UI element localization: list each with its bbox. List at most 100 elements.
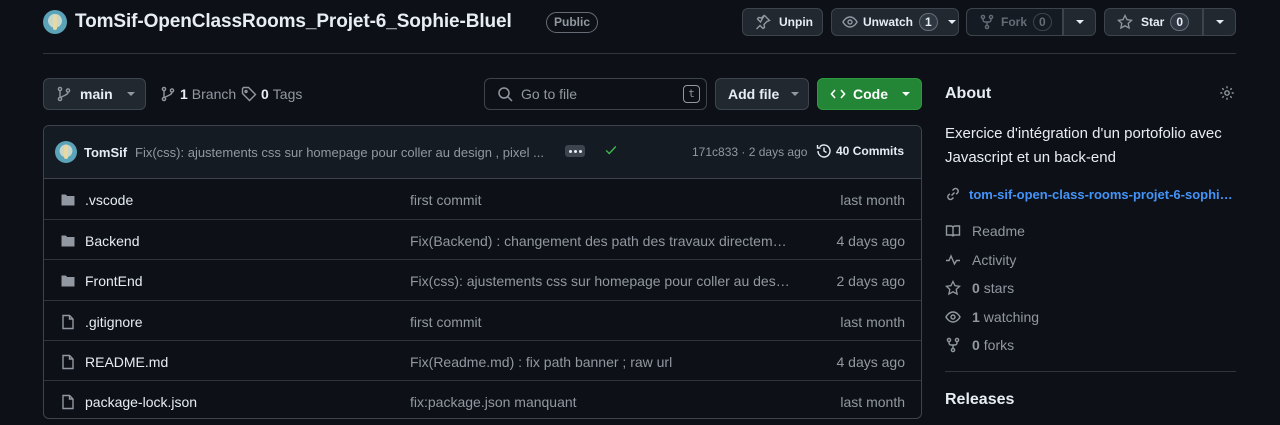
star-label: Star: [1141, 15, 1165, 29]
unwatch-button[interactable]: Unwatch 1: [831, 8, 959, 36]
file-commit-time: 2 days ago: [836, 273, 906, 290]
history-icon: [816, 143, 832, 159]
file-name[interactable]: .vscode: [85, 192, 133, 208]
star-icon: [945, 280, 961, 296]
commits-label: Commits: [852, 144, 905, 158]
latest-commit-bar: TomSif Fix(css): ajustements css sur hom…: [44, 126, 921, 179]
branch-label: Branch: [191, 86, 237, 102]
branch-select[interactable]: main: [43, 78, 146, 110]
tags-link[interactable]: 0 Tags: [241, 85, 302, 103]
search-input[interactable]: [521, 86, 671, 102]
file-commit-message[interactable]: first commit: [410, 192, 790, 208]
code-button[interactable]: Code: [817, 78, 922, 110]
file-commit-message[interactable]: Fix(Backend) : changement des path des t…: [410, 233, 790, 249]
file-name[interactable]: package-lock.json: [85, 394, 197, 410]
branch-icon: [56, 86, 72, 102]
gear-icon[interactable]: [1219, 85, 1235, 101]
fork-dropdown[interactable]: [1063, 8, 1096, 36]
keyboard-shortcut: t: [683, 85, 700, 103]
file-icon: [60, 314, 76, 330]
go-to-file-search[interactable]: t: [484, 78, 707, 110]
releases-heading[interactable]: Releases: [945, 391, 1014, 409]
file-commit-message[interactable]: first commit: [410, 314, 790, 330]
chevron-down-icon: [1215, 20, 1224, 24]
code-icon: [830, 86, 846, 102]
file-commit-time: 4 days ago: [836, 353, 906, 370]
file-commit-time: last month: [840, 393, 905, 410]
file-row[interactable]: .vscode first commit last month: [44, 179, 921, 219]
homepage-link[interactable]: tom-sif-open-class-rooms-projet-6-sophie…: [945, 186, 1237, 202]
file-row[interactable]: FrontEnd Fix(css): ajustements css sur h…: [44, 259, 921, 299]
visibility-badge: Public: [546, 12, 599, 33]
commit-author-avatar[interactable]: [55, 141, 77, 163]
add-file-button[interactable]: Add file: [715, 78, 809, 110]
unpin-button[interactable]: Unpin: [742, 8, 823, 36]
chevron-down-icon: [1075, 20, 1084, 24]
forks-count: 0: [972, 337, 980, 353]
commits-count: 40: [836, 144, 850, 158]
fork-count: 0: [1033, 13, 1052, 31]
expand-commit-button[interactable]: [565, 145, 585, 157]
chevron-down-icon: [791, 92, 800, 96]
file-row[interactable]: README.md Fix(Readme.md) : fix path bann…: [44, 339, 921, 380]
file-name[interactable]: .gitignore: [85, 314, 143, 330]
pulse-icon: [945, 252, 961, 268]
watch-count: 1: [919, 13, 938, 31]
forks-link[interactable]: 0 forks: [945, 337, 1014, 353]
about-heading: About: [945, 85, 992, 102]
file-commit-time: last month: [840, 192, 905, 208]
tag-icon: [241, 86, 257, 102]
eye-icon: [842, 14, 858, 30]
repo-title[interactable]: TomSif-OpenClassRooms_Projet-6_Sophie-Bl…: [75, 11, 512, 33]
search-icon: [497, 86, 513, 102]
file-commit-message[interactable]: Fix(css): ajustements css sur homepage p…: [410, 273, 790, 289]
fork-icon: [979, 14, 995, 30]
stars-count: 0: [972, 280, 980, 296]
file-row[interactable]: package-lock.json fix:package.json manqu…: [44, 379, 921, 418]
chevron-down-icon[interactable]: [947, 20, 956, 24]
stars-label: stars: [983, 280, 1015, 296]
branch-icon: [160, 86, 176, 102]
watching-label: watching: [983, 309, 1040, 325]
file-icon: [60, 394, 76, 410]
eye-icon: [945, 309, 961, 325]
star-dropdown[interactable]: [1203, 8, 1236, 36]
star-button[interactable]: Star 0: [1104, 8, 1203, 36]
readme-label: Readme: [972, 223, 1025, 239]
commits-link[interactable]: 40 Commits: [816, 143, 904, 159]
file-row[interactable]: .gitignore first commit last month: [44, 299, 921, 340]
chevron-down-icon: [126, 92, 135, 96]
commit-author[interactable]: TomSif: [84, 145, 127, 160]
commit-hash-time[interactable]: 171c833 · 2 days ago: [692, 145, 807, 159]
watching-link[interactable]: 1 watching: [945, 309, 1039, 325]
folder-icon: [60, 273, 76, 289]
file-name[interactable]: FrontEnd: [85, 273, 143, 289]
activity-label: Activity: [972, 252, 1017, 268]
unpin-label: Unpin: [779, 15, 813, 29]
branches-link[interactable]: 1 Branch: [160, 85, 236, 103]
file-list: .vscode first commit last month Backend …: [44, 179, 921, 418]
code-label: Code: [853, 86, 888, 102]
repo-header: TomSif-OpenClassRooms_Projet-6_Sophie-Bl…: [43, 8, 1236, 54]
pin-icon: [755, 14, 771, 30]
fork-button[interactable]: Fork 0: [966, 8, 1063, 36]
activity-link[interactable]: Activity: [945, 252, 1016, 268]
sidebar-divider: [945, 371, 1236, 372]
star-count: 0: [1170, 13, 1190, 31]
file-row[interactable]: Backend Fix(Backend) : changement des pa…: [44, 219, 921, 259]
file-commit-message[interactable]: fix:package.json manquant: [410, 394, 790, 410]
watching-count: 1: [972, 309, 980, 325]
file-commit-time: last month: [840, 313, 905, 330]
commit-message[interactable]: Fix(css): ajustements css sur homepage p…: [135, 145, 560, 160]
repo-description: Exercice d'intégration d'un portofolio a…: [945, 125, 1222, 166]
stars-link[interactable]: 0 stars: [945, 280, 1014, 296]
check-icon[interactable]: [604, 143, 618, 157]
unwatch-label: Unwatch: [863, 15, 914, 29]
owner-avatar[interactable]: [43, 10, 67, 34]
file-name[interactable]: README.md: [85, 354, 168, 370]
file-name[interactable]: Backend: [85, 233, 139, 249]
star-icon: [1117, 14, 1133, 30]
branch-name: main: [80, 86, 113, 102]
file-commit-message[interactable]: Fix(Readme.md) : fix path banner ; raw u…: [410, 354, 790, 370]
readme-link[interactable]: Readme: [945, 223, 1025, 239]
